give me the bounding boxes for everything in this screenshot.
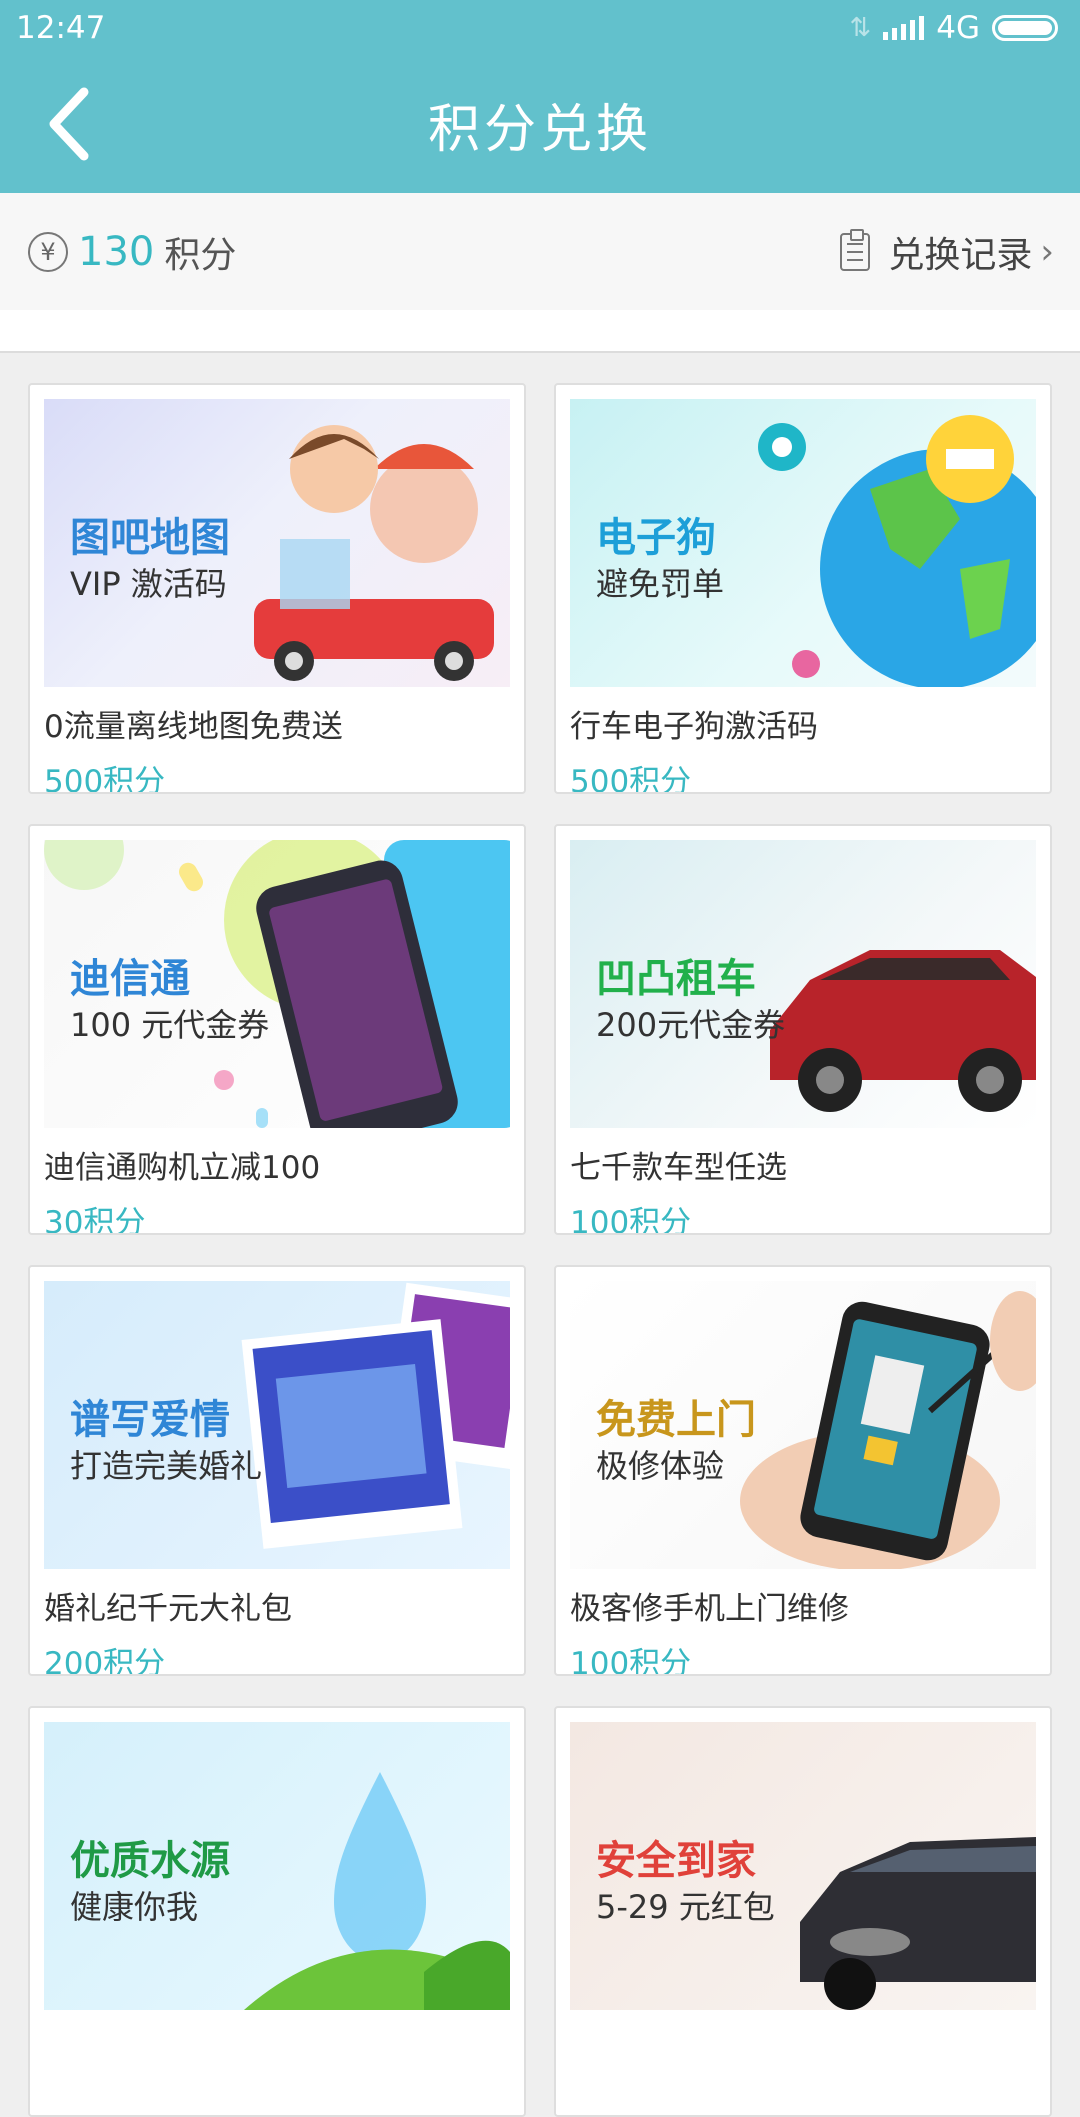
product-card[interactable]: 谱写爱情 打造完美婚礼 婚礼纪千元大礼包 200积分 [28, 1265, 526, 1676]
banner-subtitle: 200元代金券 [596, 1006, 786, 1044]
product-banner: 谱写爱情 打造完美婚礼 [44, 1281, 510, 1569]
points-balance: ¥ 130 积分 [28, 226, 236, 278]
product-banner: 迪信通 100 元代金券 [44, 840, 510, 1128]
banner-title: 迪信通 [70, 956, 190, 1002]
exchange-record-label: 兑换记录 [888, 234, 1033, 276]
chevron-right-icon: › [1040, 231, 1054, 272]
product-card[interactable]: 凹凸租车 200元代金券 七千款车型任选 100积分 [554, 824, 1052, 1235]
banner-title: 凹凸租车 [596, 956, 756, 1002]
exchange-record-link[interactable]: 兑换记录 › [840, 226, 1054, 278]
product-card[interactable]: 安全到家 5-29 元红包 [554, 1706, 1052, 2117]
banner-title: 谱写爱情 [70, 1397, 230, 1443]
product-banner: 图吧地图 VIP 激活码 [44, 399, 510, 687]
banner-subtitle: 健康你我 [70, 1888, 199, 1926]
back-button[interactable] [28, 82, 108, 166]
points-value: 130 [78, 228, 155, 275]
banner-title: 电子狗 [596, 515, 716, 561]
product-card[interactable]: 免费上门 极修体验 极客修手机上门维修 100积分 [554, 1265, 1052, 1676]
title-bar: 积分兑换 [0, 56, 1080, 193]
yen-icon: ¥ [28, 231, 68, 272]
banner-title: 优质水源 [70, 1838, 230, 1884]
page-title: 积分兑换 [427, 100, 652, 160]
status-time: 12:47 [16, 10, 106, 46]
product-banner: 安全到家 5-29 元红包 [570, 1722, 1036, 2010]
product-card[interactable]: 优质水源 健康你我 [28, 1706, 526, 2117]
product-grid: 图吧地图 VIP 激活码 0流量离线地图免费送 500积分 电子狗 避免罚单 行… [28, 383, 1052, 2117]
product-banner: 优质水源 健康你我 [44, 1722, 510, 2010]
product-name: 极客修手机上门维修 [570, 1591, 849, 1627]
network-type: 4G [936, 10, 980, 46]
points-unit: 积分 [164, 234, 237, 276]
product-banner: 凹凸租车 200元代金券 [570, 840, 1036, 1128]
banner-title: 安全到家 [596, 1838, 756, 1884]
product-price: 100积分 [570, 1205, 692, 1235]
product-name: 迪信通购机立减100 [44, 1150, 321, 1186]
product-name: 七千款车型任选 [570, 1150, 787, 1186]
product-card[interactable]: 电子狗 避免罚单 行车电子狗激活码 500积分 [554, 383, 1052, 794]
product-price: 500积分 [570, 764, 692, 794]
product-banner: 免费上门 极修体验 [570, 1281, 1036, 1569]
status-icons: ⇅ 4G [849, 10, 1058, 46]
banner-subtitle: 极修体验 [596, 1447, 725, 1485]
product-card[interactable]: 迪信通 100 元代金券 迪信通购机立减100 30积分 [28, 824, 526, 1235]
product-name: 婚礼纪千元大礼包 [44, 1591, 292, 1627]
divider-strip [0, 310, 1080, 353]
points-summary-bar: ¥ 130 积分 兑换记录 › [0, 193, 1080, 310]
product-card[interactable]: 图吧地图 VIP 激活码 0流量离线地图免费送 500积分 [28, 383, 526, 794]
product-banner: 电子狗 避免罚单 [570, 399, 1036, 687]
product-price: 500积分 [44, 764, 166, 794]
battery-icon [992, 15, 1058, 41]
signal-icon [883, 16, 925, 40]
product-price: 200积分 [44, 1646, 166, 1676]
banner-title: 图吧地图 [70, 515, 230, 561]
clipboard-icon [840, 228, 871, 271]
banner-subtitle: 避免罚单 [596, 565, 725, 603]
banner-subtitle: 100 元代金券 [70, 1006, 270, 1044]
banner-subtitle: 打造完美婚礼 [70, 1447, 263, 1485]
banner-title: 免费上门 [596, 1397, 756, 1443]
chevron-left-icon [49, 87, 89, 161]
product-name: 行车电子狗激活码 [570, 709, 818, 745]
status-bar: 12:47 ⇅ 4G [0, 0, 1080, 56]
data-transfer-icon: ⇅ [849, 13, 872, 43]
product-name: 0流量离线地图免费送 [44, 709, 343, 745]
banner-subtitle: VIP 激活码 [70, 565, 227, 603]
banner-subtitle: 5-29 元红包 [596, 1888, 775, 1926]
product-price: 30积分 [44, 1205, 146, 1235]
product-price: 100积分 [570, 1646, 692, 1676]
